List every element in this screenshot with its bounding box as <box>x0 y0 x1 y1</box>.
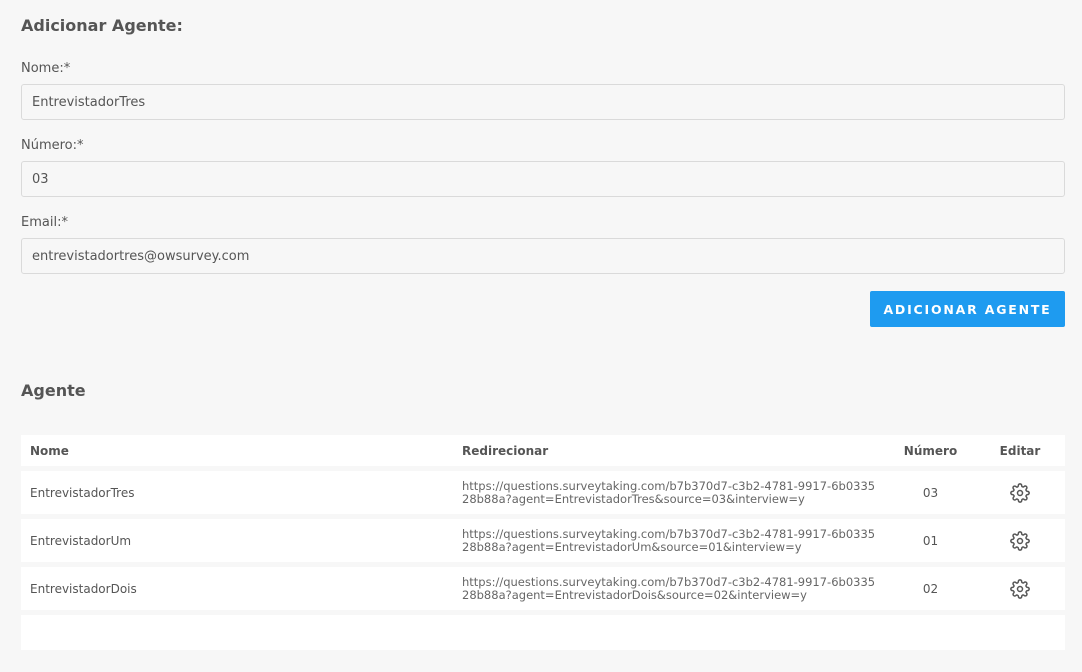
agent-number: 03 <box>922 485 939 500</box>
redirect-cell: https://questions.surveytaking.com/b7b37… <box>462 471 882 514</box>
edit-cell <box>981 519 1059 562</box>
column-header-number: Número <box>903 443 958 458</box>
email-label: Email:* <box>21 215 68 230</box>
add-agent-button[interactable]: ADICIONAR AGENTE <box>870 291 1065 327</box>
agent-name: EntrevistadorUm <box>30 533 132 548</box>
gear-icon[interactable] <box>1010 482 1030 503</box>
redirect-url: https://questions.surveytaking.com/b7b37… <box>462 478 876 506</box>
agent-number: 02 <box>922 581 939 596</box>
name-label: Nome:* <box>21 61 71 76</box>
agent-name: EntrevistadorTres <box>30 485 135 500</box>
agent-name: EntrevistadorDois <box>30 581 137 596</box>
column-header-edit: Editar <box>999 443 1041 458</box>
edit-cell <box>981 567 1059 610</box>
agent-number: 01 <box>922 533 939 548</box>
email-field[interactable] <box>21 238 1065 274</box>
agent-table: Nome Redirecionar Número Editar Entrevis… <box>21 435 1065 655</box>
redirect-cell: https://questions.surveytaking.com/b7b37… <box>462 567 882 610</box>
table-empty-row <box>21 615 1065 650</box>
number-label: Número:* <box>21 138 84 153</box>
name-field[interactable] <box>21 84 1065 120</box>
add-agent-page: Adicionar Agente: Nome:* Número:* Email:… <box>0 0 1082 672</box>
column-header-redirect: Redirecionar <box>462 443 549 458</box>
gear-icon[interactable] <box>1010 578 1030 599</box>
column-header-name: Nome <box>30 443 69 458</box>
table-row: EntrevistadorTres https://questions.surv… <box>21 471 1065 514</box>
table-header: Nome Redirecionar Número Editar <box>21 435 1065 466</box>
redirect-url: https://questions.surveytaking.com/b7b37… <box>462 526 876 554</box>
form-title: Adicionar Agente: <box>21 16 183 35</box>
table-row: EntrevistadorUm https://questions.survey… <box>21 519 1065 562</box>
table-row: EntrevistadorDois https://questions.surv… <box>21 567 1065 610</box>
agent-list-title: Agente <box>21 381 86 400</box>
number-field[interactable] <box>21 161 1065 197</box>
redirect-cell: https://questions.surveytaking.com/b7b37… <box>462 519 882 562</box>
redirect-url: https://questions.surveytaking.com/b7b37… <box>462 574 876 602</box>
gear-icon[interactable] <box>1010 530 1030 551</box>
edit-cell <box>981 471 1059 514</box>
